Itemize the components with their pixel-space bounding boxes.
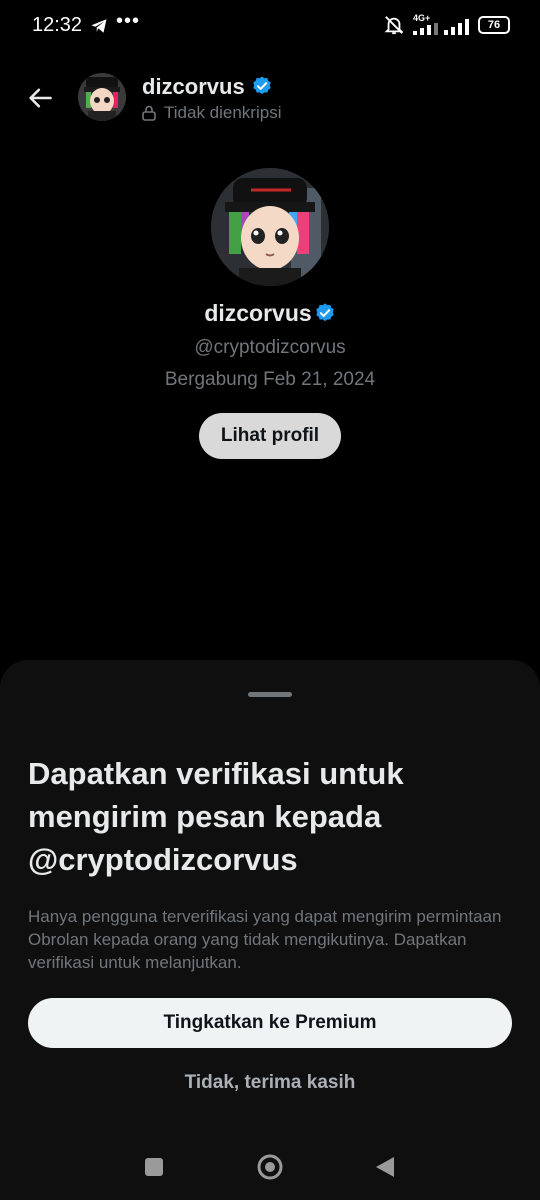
profile-summary: dizcorvus @cryptodizcorvus Bergabung Feb…: [0, 168, 540, 459]
upgrade-premium-button[interactable]: Tingkatkan ke Premium: [28, 998, 512, 1048]
sheet-drag-handle[interactable]: [248, 692, 292, 697]
back-arrow-icon[interactable]: [26, 84, 54, 112]
profile-joined-date: Bergabung Feb 21, 2024: [164, 369, 376, 390]
recents-icon[interactable]: [145, 1158, 163, 1176]
header-name[interactable]: dizcorvus: [142, 74, 273, 100]
profile-name: dizcorvus: [0, 300, 540, 327]
mute-icon: [384, 15, 404, 34]
network-type: 4G+: [413, 13, 431, 23]
verified-icon: [315, 303, 334, 322]
verified-icon: [252, 76, 271, 95]
system-nav-bar: [0, 1136, 540, 1196]
verification-bottom-sheet: Dapatkan verifikasi untuk mengirim pesan…: [0, 660, 540, 1200]
more-notifications-icon: •••: [116, 10, 141, 32]
status-time: 12:32: [32, 14, 83, 36]
lock-icon: [142, 105, 156, 121]
nav-back-icon[interactable]: [374, 1155, 396, 1179]
sheet-title: Dapatkan verifikasi untuk mengirim pesan…: [28, 756, 404, 877]
status-indicators: 4G+ 76: [383, 14, 510, 35]
header-name-text: dizcorvus: [142, 74, 245, 99]
avatar[interactable]: [78, 73, 126, 121]
view-profile-button[interactable]: Lihat profil: [198, 413, 342, 459]
status-bar: 12:32 ••• 4G+ 76: [0, 0, 540, 52]
profile-name-text: dizcorvus: [204, 300, 312, 326]
encryption-status: Tidak dienkripsi: [142, 103, 281, 123]
profile-avatar[interactable]: [211, 168, 329, 286]
decline-button[interactable]: Tidak, terima kasih: [0, 1072, 540, 1094]
profile-handle: @cryptodizcorvus: [194, 337, 346, 358]
chat-header: dizcorvus Tidak dienkripsi: [0, 60, 540, 130]
battery-icon: 76: [478, 15, 510, 34]
telegram-icon: [91, 19, 107, 33]
sheet-description: Hanya pengguna terverifikasi yang dapat …: [28, 907, 502, 972]
home-icon[interactable]: [256, 1153, 284, 1181]
signal-icon: 4G+: [413, 14, 470, 35]
battery-level: 76: [487, 18, 501, 31]
encryption-label: Tidak dienkripsi: [164, 103, 282, 122]
